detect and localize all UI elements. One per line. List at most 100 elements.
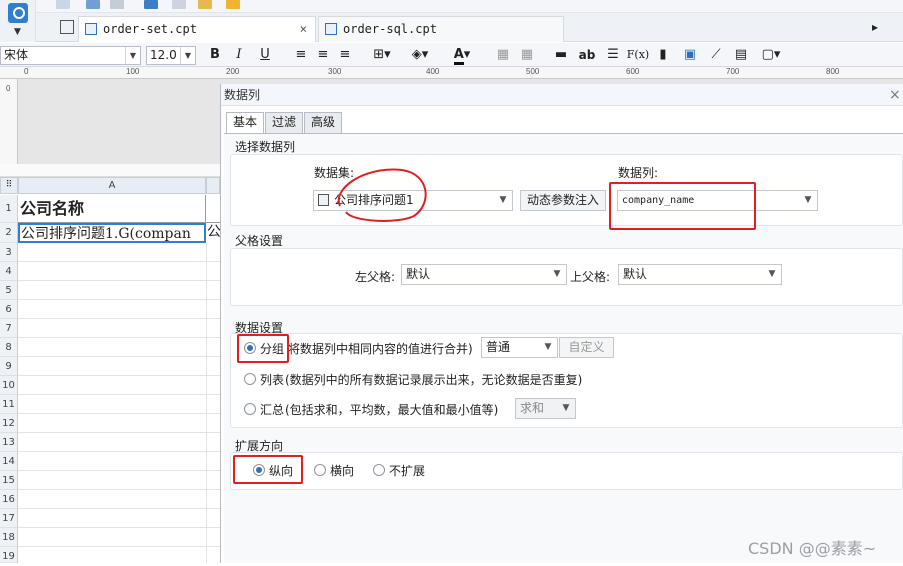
chevron-down-icon: ▼ — [562, 403, 570, 413]
group-mode-select[interactable]: 普通 ▼ — [481, 337, 558, 358]
row-header[interactable]: 6 — [0, 300, 18, 319]
grid-icon[interactable] — [60, 20, 74, 34]
sheet-row-line — [18, 433, 220, 452]
row-header[interactable]: 18 — [0, 528, 18, 547]
italic-button[interactable]: I — [230, 46, 248, 64]
tab-order-sql[interactable]: order-sql.cpt — [318, 16, 564, 42]
slash-icon[interactable]: ⟋ — [706, 46, 726, 64]
tab-menu-icon[interactable]: ▸ — [872, 20, 878, 34]
no-expand-label[interactable]: 不扩展 — [389, 462, 425, 479]
no-expand-radio[interactable] — [373, 464, 385, 476]
sheet-top-gap — [0, 164, 220, 177]
font-family-value: 宋体 — [4, 48, 29, 62]
chart-icon[interactable]: ▮ — [654, 46, 672, 64]
row-header[interactable]: 10 — [0, 376, 18, 395]
top-parent-value: 默认 — [623, 267, 648, 281]
align-right-icon[interactable]: ≡ — [336, 46, 354, 64]
dialog-title: 数据列 — [221, 84, 903, 106]
row-header[interactable]: 5 — [0, 281, 18, 300]
top-parent-label: 上父格: — [570, 270, 611, 284]
row-header[interactable]: 4 — [0, 262, 18, 281]
align-left-icon[interactable]: ≡ — [292, 46, 310, 64]
underline-button[interactable]: U — [256, 46, 274, 64]
column-header-a[interactable]: A — [18, 177, 206, 194]
horizontal-label[interactable]: 横向 — [330, 462, 354, 479]
sheet-row-line — [18, 376, 220, 395]
row-header[interactable]: 17 — [0, 509, 18, 528]
sheet-row-line — [18, 338, 220, 357]
tab-label: order-sql.cpt — [343, 22, 437, 36]
image-icon[interactable]: ▣ — [680, 46, 700, 64]
bold-button[interactable]: B — [206, 46, 224, 64]
tab-order-set[interactable]: order-set.cpt × — [78, 16, 316, 42]
undo-icon[interactable] — [86, 0, 100, 9]
list-radio[interactable] — [244, 373, 256, 385]
row-header[interactable]: 14 — [0, 452, 18, 471]
row-header[interactable]: 9 — [0, 357, 18, 376]
left-parent-select[interactable]: 默认 ▼ — [401, 264, 567, 285]
insert-row-icon[interactable]: ▬ — [552, 46, 570, 64]
cut-icon[interactable] — [144, 0, 158, 9]
select-all-corner[interactable]: ⠿ — [0, 177, 18, 194]
row-header[interactable]: 2 — [0, 223, 18, 243]
merge-cells-icon[interactable]: ▦ — [494, 46, 512, 64]
row-header[interactable]: 13 — [0, 433, 18, 452]
horizontal-radio[interactable] — [314, 464, 326, 476]
save-icon[interactable] — [56, 0, 70, 9]
row-header[interactable]: 11 — [0, 395, 18, 414]
ruler-mark: 200 — [226, 67, 240, 76]
cell-b2[interactable]: 公 — [207, 223, 221, 243]
row-header[interactable]: 12 — [0, 414, 18, 433]
row-header[interactable]: 1 — [0, 195, 18, 223]
fill-color-icon[interactable]: ◈▾ — [406, 46, 434, 64]
cell-a1[interactable]: 公司名称 — [18, 195, 206, 223]
dynamic-param-button[interactable]: 动态参数注入 — [520, 190, 606, 211]
tab-basic[interactable]: 基本 — [226, 112, 264, 134]
paragraph-icon[interactable]: ☰ — [604, 46, 622, 64]
unmerge-cells-icon[interactable]: ▦ — [518, 46, 536, 64]
summary-mode-select[interactable]: 求和 ▼ — [515, 398, 576, 419]
subreport-icon[interactable]: ▤ — [732, 46, 750, 64]
align-center-icon[interactable]: ≡ — [314, 46, 332, 64]
sheet-row-line — [18, 509, 220, 528]
top-parent-select[interactable]: 默认 ▼ — [618, 264, 782, 285]
custom-button[interactable]: 自定义 — [559, 337, 614, 358]
sheet-row-line — [18, 490, 220, 509]
font-size-select[interactable]: 12.0 ▼ — [146, 46, 196, 65]
font-color-icon[interactable]: A▾ — [446, 46, 478, 65]
list-description: (数据列中的所有数据记录展示出来，无论数据是否重复) — [285, 373, 583, 387]
formula-button[interactable]: F(x) — [626, 46, 650, 64]
list-label[interactable]: 列表 — [260, 371, 284, 388]
summary-radio[interactable] — [244, 403, 256, 415]
copy-icon[interactable] — [172, 0, 186, 9]
chevron-down-icon: ▼ — [180, 47, 195, 64]
tab-filter[interactable]: 过滤 — [265, 112, 303, 133]
close-icon[interactable]: × — [889, 84, 901, 106]
row-header[interactable]: 7 — [0, 319, 18, 338]
paste-icon[interactable] — [198, 0, 212, 9]
row-header[interactable]: 3 — [0, 243, 18, 262]
cell-a2[interactable]: 公司排序问题1.G(compan — [18, 223, 206, 243]
font-family-select[interactable]: 宋体 ▼ — [0, 46, 141, 65]
sheet-row-line — [18, 281, 220, 300]
close-icon[interactable]: × — [300, 17, 307, 41]
summary-label[interactable]: 汇总 — [260, 401, 284, 418]
highlight-box — [237, 334, 289, 363]
row-header[interactable]: 19 — [0, 547, 18, 563]
format-painter-icon[interactable] — [226, 0, 240, 9]
text-tool-button[interactable]: ab — [576, 46, 598, 64]
border-icon[interactable]: ⊞▾ — [368, 46, 396, 64]
row-header[interactable]: 16 — [0, 490, 18, 509]
cell-element-icon[interactable]: ▢▾ — [758, 46, 784, 64]
tab-advanced[interactable]: 高级 — [304, 112, 342, 133]
column-label: 数据列: — [618, 166, 659, 180]
row-header[interactable]: 8 — [0, 338, 18, 357]
designer-menu-button[interactable]: ▼ — [0, 0, 36, 42]
row-header[interactable]: 15 — [0, 471, 18, 490]
sheet-row-line — [18, 471, 220, 490]
column-header-b[interactable] — [206, 177, 220, 194]
sheet-row-line — [18, 243, 220, 262]
chevron-down-icon: ▼ — [804, 195, 812, 205]
ruler-mark: 800 — [826, 67, 840, 76]
redo-icon[interactable] — [110, 0, 124, 9]
